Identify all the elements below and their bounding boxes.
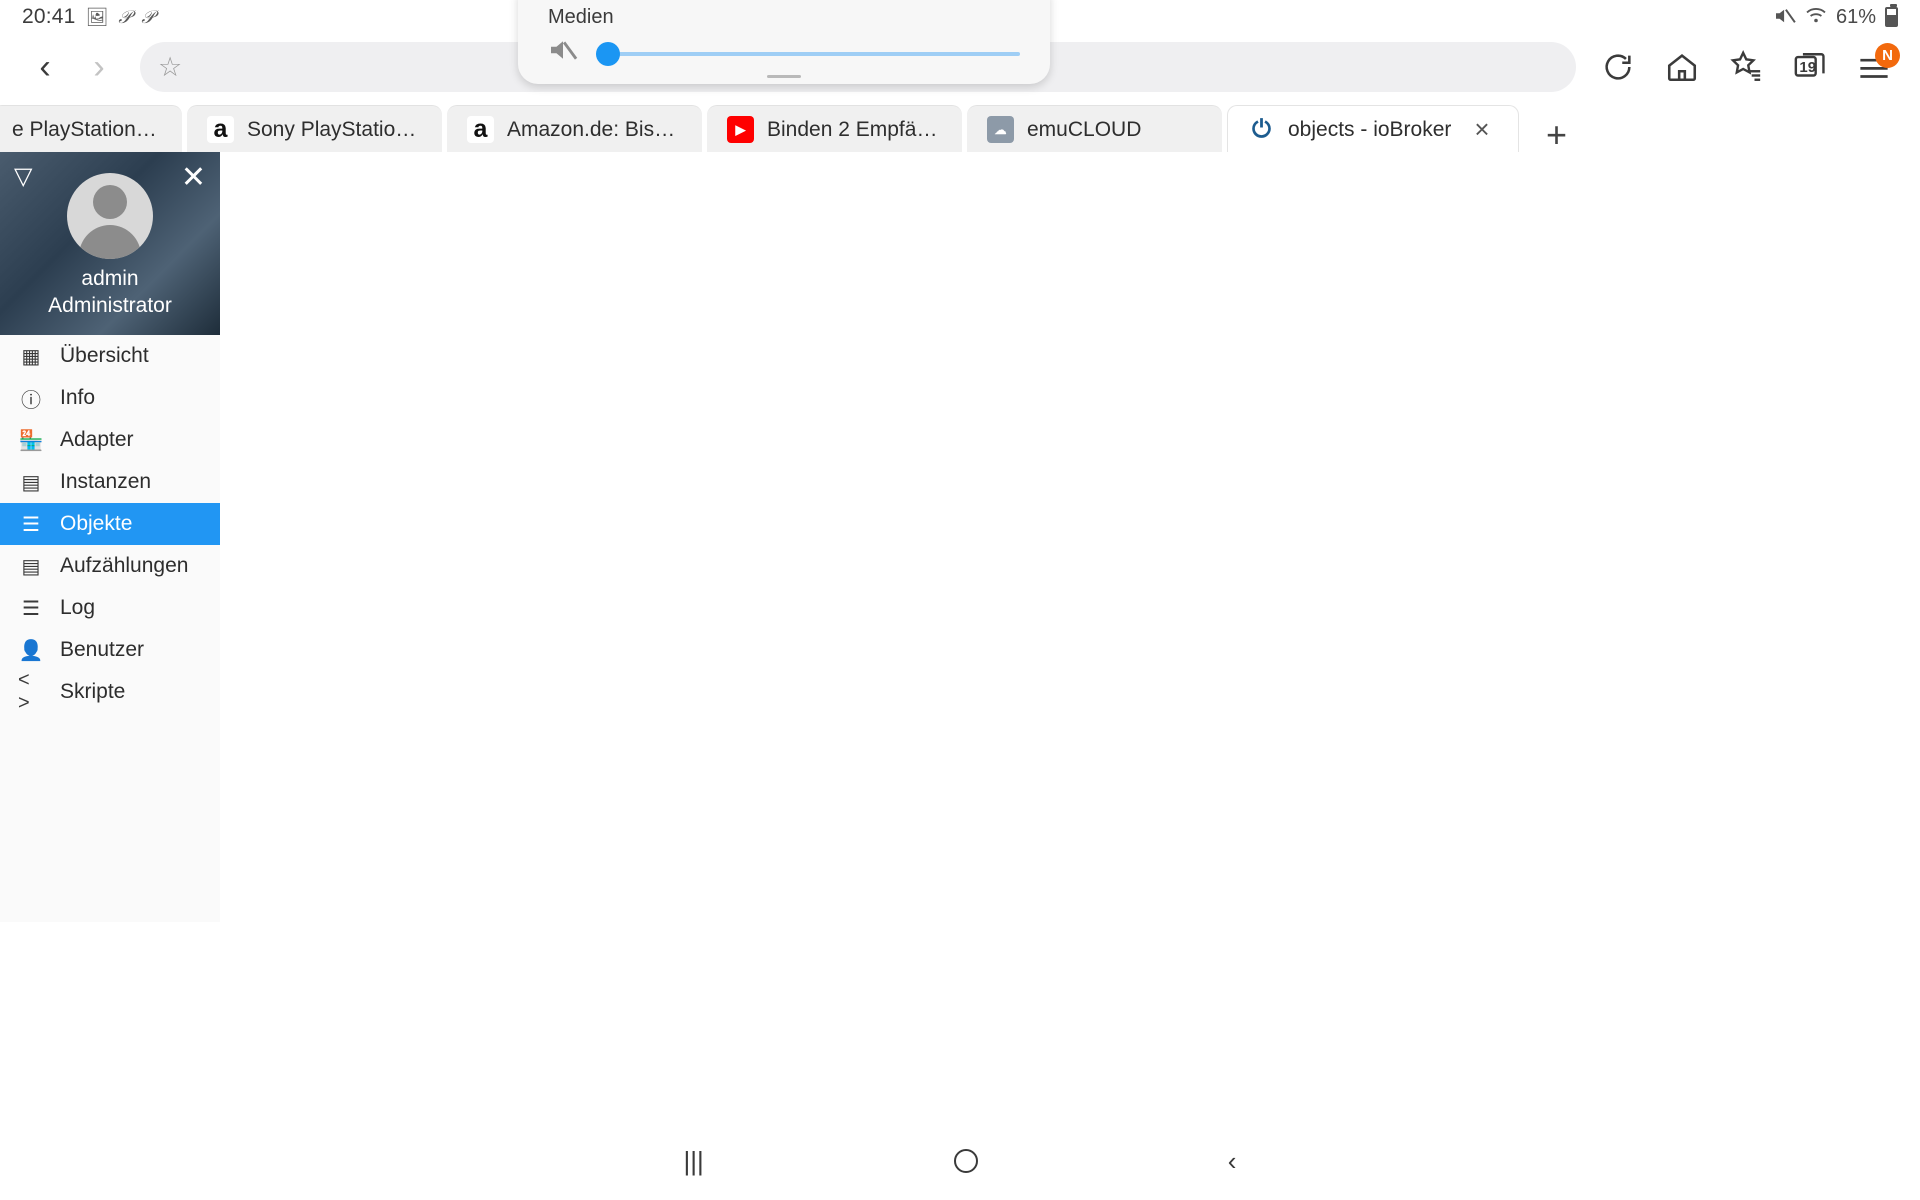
sidebar-item-label: Log (60, 596, 96, 619)
app-drawer: ▽ ✕ admin Administrator ▦ Übersicht ⓘ Info 🏪… (0, 152, 220, 922)
sidebar-item--bersicht[interactable]: ▦ Übersicht (0, 335, 220, 377)
sidebar-item-label: Benutzer (60, 638, 145, 661)
browser-tab[interactable]: a Sony PlayStation 5: A... (187, 105, 442, 153)
collapse-icon[interactable]: ▽ (14, 162, 32, 191)
mute-icon (1774, 7, 1796, 28)
sidebar-item-label: Objekte (60, 512, 133, 535)
battery-percent: 61% (1835, 5, 1876, 28)
browser-actions: 19 N (1590, 39, 1902, 95)
status-bar-left: 20:41 🖼 𝒫 𝒫 (22, 5, 154, 29)
sidebar-item-benutzer[interactable]: 👤 Benutzer (0, 629, 220, 671)
browser-tab-strip: e PlayStation 5 ko... a Sony PlayStation… (0, 100, 1920, 153)
sidebar-item-label: Adapter (60, 428, 134, 451)
instances-icon: ▤ (21, 471, 41, 494)
home-icon[interactable] (1654, 39, 1710, 95)
sidebar-item-log[interactable]: ☰ Log (0, 587, 220, 629)
sidebar-item-skripte[interactable]: < > Skripte (0, 669, 220, 714)
media-volume-popup[interactable]: Medien (518, 0, 1050, 84)
browser-tab[interactable]: ☁ emuCLOUD (967, 105, 1222, 153)
avatar-body (79, 225, 141, 260)
avatar-head (93, 185, 127, 220)
objects-icon: ☰ (22, 513, 40, 536)
sidebar-item-adapter[interactable]: 🏪 Adapter (0, 419, 220, 461)
code-icon: < > (18, 669, 30, 714)
volume-slider-thumb[interactable] (596, 41, 620, 66)
browser-tab[interactable]: ▶ Binden 2 Empfänger... (707, 105, 962, 153)
sidebar-item-aufz-hlungen[interactable]: ▤ Aufzählungen (0, 545, 220, 587)
drawer-username: admin (81, 267, 139, 291)
home-circle-icon[interactable] (953, 1149, 978, 1173)
sidebar-item-label: Übersicht (60, 344, 149, 367)
close-icon[interactable]: ✕ (181, 160, 206, 195)
battery-icon (1885, 4, 1898, 27)
enums-icon: ▤ (21, 555, 41, 578)
status-time: 20:41 (22, 5, 76, 28)
sidebar-item-label: Aufzählungen (60, 554, 189, 577)
amazon-icon: a (207, 115, 234, 143)
android-nav-bar: ||| ‹ (0, 1122, 1920, 1200)
amazon-icon: a (467, 115, 494, 143)
sidebar-item-label: Skripte (60, 680, 126, 703)
wifi-icon (1805, 7, 1827, 28)
menu-notification-badge: N (1875, 43, 1900, 68)
user-icon: 👤 (18, 639, 44, 662)
close-tab-icon[interactable]: × (1474, 114, 1489, 145)
forward-button[interactable]: › (72, 40, 126, 94)
info-icon: ⓘ (21, 389, 41, 412)
volume-slider[interactable] (596, 41, 1020, 66)
bookmark-star-icon[interactable] (1718, 39, 1774, 95)
tab-label: e PlayStation 5 ko... (12, 117, 162, 141)
recents-icon[interactable]: ||| (684, 1146, 704, 1177)
emu-icon: ☁ (987, 116, 1014, 143)
tab-label: Amazon.de: Bissell 2... (507, 117, 682, 141)
media-volume-row (548, 38, 1020, 69)
grid-icon: ▦ (21, 345, 41, 368)
sidebar-item-label: Instanzen (60, 470, 152, 493)
pinterest-icon: 𝒫 (118, 7, 132, 27)
tab-label: objects - ioBroker (1288, 117, 1452, 141)
sidebar-item-objekte[interactable]: ☰ Objekte (0, 503, 220, 545)
page-background (0, 152, 1920, 1122)
back-button[interactable]: ‹ (18, 40, 72, 94)
sidebar-item-label: Info (60, 386, 96, 409)
menu-button[interactable]: N (1846, 39, 1902, 95)
browser-tab[interactable]: a Amazon.de: Bissell 2... (447, 105, 702, 153)
back-icon[interactable]: ‹ (1228, 1146, 1237, 1177)
speaker-muted-icon[interactable] (548, 38, 578, 69)
status-bar-right: 61% (1774, 4, 1898, 29)
tab-label: Sony PlayStation 5: A... (247, 117, 422, 141)
sidebar-item-info[interactable]: ⓘ Info (0, 377, 220, 419)
tabs-button[interactable]: 19 (1782, 39, 1838, 95)
browser-tab-active[interactable]: ⏻ objects - ioBroker × (1227, 105, 1519, 153)
sidebar-item-instanzen[interactable]: ▤ Instanzen (0, 461, 220, 503)
drawer-userrole: Administrator (48, 294, 172, 318)
reload-icon[interactable] (1590, 39, 1646, 95)
avatar (67, 173, 153, 260)
store-icon: 🏪 (18, 429, 44, 452)
pinterest-icon: 𝒫 (141, 7, 155, 27)
iobroker-icon: ⏻ (1248, 116, 1275, 143)
tabs-count: 19 (1799, 59, 1817, 77)
tab-label: Binden 2 Empfänger... (767, 117, 942, 141)
popup-drag-handle[interactable] (767, 75, 801, 78)
youtube-icon: ▶ (727, 116, 754, 143)
log-icon: ☰ (22, 597, 40, 620)
drawer-menu: ▦ Übersicht ⓘ Info 🏪 Adapter ▤ Instanzen ☰ Objekt… (0, 335, 220, 714)
star-outline-icon[interactable]: ☆ (158, 53, 182, 81)
tab-label: emuCLOUD (1027, 117, 1142, 141)
new-tab-button[interactable]: + (1524, 117, 1589, 153)
browser-tab[interactable]: e PlayStation 5 ko... (0, 105, 182, 153)
drawer-header: ▽ ✕ admin Administrator (0, 152, 220, 335)
media-popup-title: Medien (548, 6, 614, 28)
image-icon: 🖼 (85, 7, 109, 27)
